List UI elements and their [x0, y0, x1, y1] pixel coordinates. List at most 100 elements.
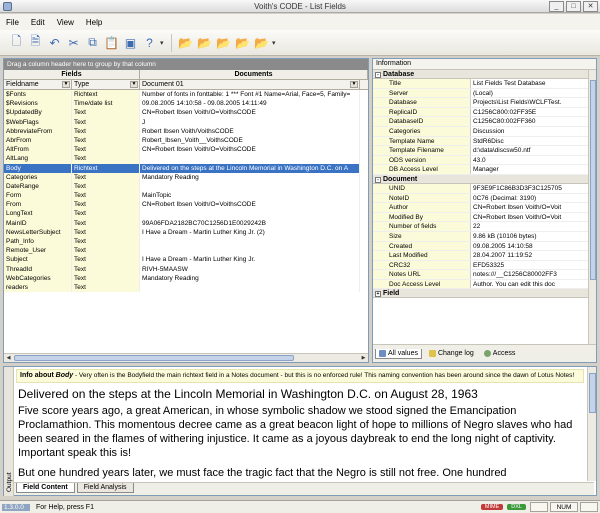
table-row[interactable]: LongText Text — [4, 209, 368, 219]
property-row[interactable]: Template Name StdR6Disc — [373, 136, 596, 147]
table-row[interactable]: Body Richtext Delivered on the steps at th… — [4, 163, 368, 173]
property-row[interactable]: CRC32 EFD53325 — [373, 260, 596, 271]
table-row[interactable]: $Fonts Richtext Number of fonts in fonttab… — [4, 90, 368, 100]
section-database[interactable]: - Database — [373, 70, 596, 79]
table-row[interactable]: $WebFlags Text J — [4, 117, 368, 127]
tab-access[interactable]: Access — [481, 349, 519, 358]
property-row[interactable]: DatabaseID C1256C80:002FF360 — [373, 117, 596, 127]
folder-edit-icon[interactable]: 📂 — [196, 34, 213, 52]
property-key: Doc Access Level — [373, 279, 471, 289]
folder-add-icon[interactable]: 📂 — [215, 34, 232, 52]
table-row[interactable]: readers Text — [4, 282, 368, 293]
field-value-cell: 09.08.2005 14:10:58 - 09.08.2005 14:11:4… — [140, 99, 360, 109]
collapse-icon[interactable]: - — [375, 176, 381, 183]
chevron-down-icon[interactable]: ▼ — [130, 81, 138, 88]
maximize-button[interactable]: □ — [566, 1, 581, 12]
vertical-scrollbar[interactable] — [588, 70, 596, 344]
table-row[interactable]: WebCategories Text Mandatory Reading — [4, 273, 368, 283]
open-document-icon[interactable]: 🗎 — [27, 34, 44, 52]
field-vertical-scrollbar[interactable] — [587, 367, 596, 481]
output-side-tab[interactable]: Output — [4, 367, 14, 496]
close-button[interactable]: ✕ — [583, 1, 598, 12]
tab-field-content[interactable]: Field Content — [16, 483, 75, 493]
scroll-right-icon[interactable]: ▶ — [359, 354, 368, 362]
tab-field-analysis[interactable]: Field Analysis — [76, 483, 134, 493]
table-row[interactable]: MainID Text 99A06FDA2182BC70C1256D1E002924… — [4, 218, 368, 228]
property-row[interactable]: Last Modified 28.04.2007 11:19:52 — [373, 251, 596, 261]
property-row[interactable]: Server (Local) — [373, 88, 596, 99]
toolbar: 🗋 🗎 ↶ ✂ ⧉ 📋 ▣ ? ▾ 📂 📂 📂 📂 📂 ▾ — [0, 30, 600, 56]
folder-open-icon[interactable]: 📂 — [177, 34, 194, 52]
property-row[interactable]: Database Projects\List Fields\WCLFTest. — [373, 98, 596, 108]
column-document-01[interactable]: Document 01 ▼ — [140, 80, 360, 89]
property-row[interactable]: Categories Discussion — [373, 126, 596, 137]
log-icon — [428, 350, 436, 357]
property-row[interactable]: Doc Access Level Author. You can edit thi… — [373, 279, 596, 290]
paste-icon[interactable]: 📋 — [103, 34, 120, 52]
column-type[interactable]: Type ▼ — [72, 80, 140, 89]
collapse-icon[interactable]: - — [375, 72, 381, 78]
folder-check-icon[interactable]: 📂 — [234, 34, 251, 52]
section-document[interactable]: - Document — [373, 174, 596, 184]
group-by-hint[interactable]: Drag a column header here to group by th… — [4, 59, 368, 70]
chevron-down-icon[interactable]: ▼ — [62, 81, 70, 88]
property-row[interactable]: NoteID 0C76 (Decimal: 3190) — [373, 193, 596, 204]
cut-icon[interactable]: ✂ — [65, 34, 82, 52]
scroll-left-icon[interactable]: ◀ — [4, 354, 13, 362]
table-row[interactable]: AbrFrom Text Robert_Ibsen_Voith__VoithsCOD… — [4, 135, 368, 146]
folder-arrow-icon[interactable]: 📂 — [253, 34, 270, 52]
table-row[interactable]: Subject Text I Have a Dream - Martin Luthe… — [4, 255, 368, 265]
table-row[interactable]: ThreadId Text RIVH-5MAASW — [4, 264, 368, 274]
table-row[interactable]: $Revisions Time/date list 09.08.2005 14:10… — [4, 99, 368, 109]
tab-all-values[interactable]: All values — [375, 348, 422, 359]
horizontal-scrollbar[interactable]: ◀ ▶ — [4, 353, 368, 362]
field-value-cell: CN=Robert Ibsen Voith/O=VoithsCODE — [140, 108, 360, 118]
property-value: C1256C800:02FF35E — [473, 108, 537, 116]
table-row[interactable]: Remote_User Text — [4, 246, 368, 256]
minimize-button[interactable]: _ — [549, 1, 564, 12]
property-row[interactable]: Notes URL notes:///__C1256C80002FF3 — [373, 270, 596, 280]
menu-help[interactable]: Help — [86, 18, 102, 27]
property-row[interactable]: ODS version 43.0 — [373, 155, 596, 166]
menu-edit[interactable]: Edit — [31, 18, 45, 27]
scrollbar-thumb[interactable] — [590, 80, 596, 280]
property-row[interactable]: Template Filename d:\data\discsw50.ntf — [373, 146, 596, 156]
new-document-icon[interactable]: 🗋 — [8, 34, 25, 52]
table-row[interactable]: AltFrom Text CN=Robert Ibsen Voith/O=Voith… — [4, 145, 368, 155]
table-row[interactable]: Path_Info Text — [4, 237, 368, 247]
help-icon[interactable]: ? — [141, 34, 158, 52]
menu-file[interactable]: File — [6, 18, 19, 27]
table-row[interactable]: Form Text MainTopic — [4, 191, 368, 201]
property-row[interactable]: Created 09.08.2005 14:10:58 — [373, 241, 596, 252]
table-row[interactable]: AbbreviateFrom Text Robert Ibsen Voith/Voi… — [4, 126, 368, 136]
property-row[interactable]: Author CN=Robert Ibsen Voith/O=Voit — [373, 203, 596, 213]
toolbar-overflow-icon[interactable]: ▾ — [160, 39, 166, 47]
table-row[interactable]: AltLang Text — [4, 154, 368, 164]
table-row[interactable]: From Text CN=Robert Ibsen Voith/O=VoithsCO… — [4, 200, 368, 210]
undo-icon[interactable]: ↶ — [46, 34, 63, 52]
table-row[interactable]: DateRange Text — [4, 181, 368, 192]
table-row[interactable]: Categories Text Mandatory Reading — [4, 172, 368, 182]
scrollbar-thumb[interactable] — [589, 373, 596, 413]
table-row[interactable]: $UpdatedBy Text CN=Robert Ibsen Voith/O=Vo… — [4, 108, 368, 118]
expand-icon[interactable]: + — [375, 291, 381, 298]
table-row[interactable]: NewsLetterSubject Text I Have a Dream - Ma… — [4, 227, 368, 237]
section-field[interactable]: + Field — [373, 289, 596, 299]
property-row[interactable]: UNID 9F3E9F1C86B3D3F3C125705 — [373, 183, 596, 194]
property-row[interactable]: ReplicaID C1256C800:02FF35E — [373, 107, 596, 118]
column-fieldname[interactable]: Fieldname ▼ — [4, 80, 72, 89]
scrollbar-thumb[interactable] — [14, 355, 294, 361]
properties-icon[interactable]: ▣ — [122, 34, 139, 52]
field-content-area[interactable]: Info about Body - Very often is the Body… — [16, 369, 584, 481]
chevron-down-icon[interactable]: ▼ — [350, 81, 358, 88]
property-row[interactable]: DB Access Level Manager — [373, 165, 596, 175]
property-row[interactable]: Modified By CN=Robert Ibsen Voith/O=Voit — [373, 212, 596, 223]
toolbar-overflow-icon-2[interactable]: ▾ — [272, 39, 278, 47]
copy-icon[interactable]: ⧉ — [84, 34, 101, 52]
property-row[interactable]: Size 9.86 kB (10106 bytes) — [373, 231, 596, 242]
property-row[interactable]: Number of fields 22 — [373, 222, 596, 232]
menu-view[interactable]: View — [57, 18, 74, 27]
information-tabs: All values Change log Access — [373, 344, 596, 362]
tab-change-log[interactable]: Change log — [426, 349, 477, 358]
property-row[interactable]: Title List Fields Test Database — [373, 79, 596, 89]
